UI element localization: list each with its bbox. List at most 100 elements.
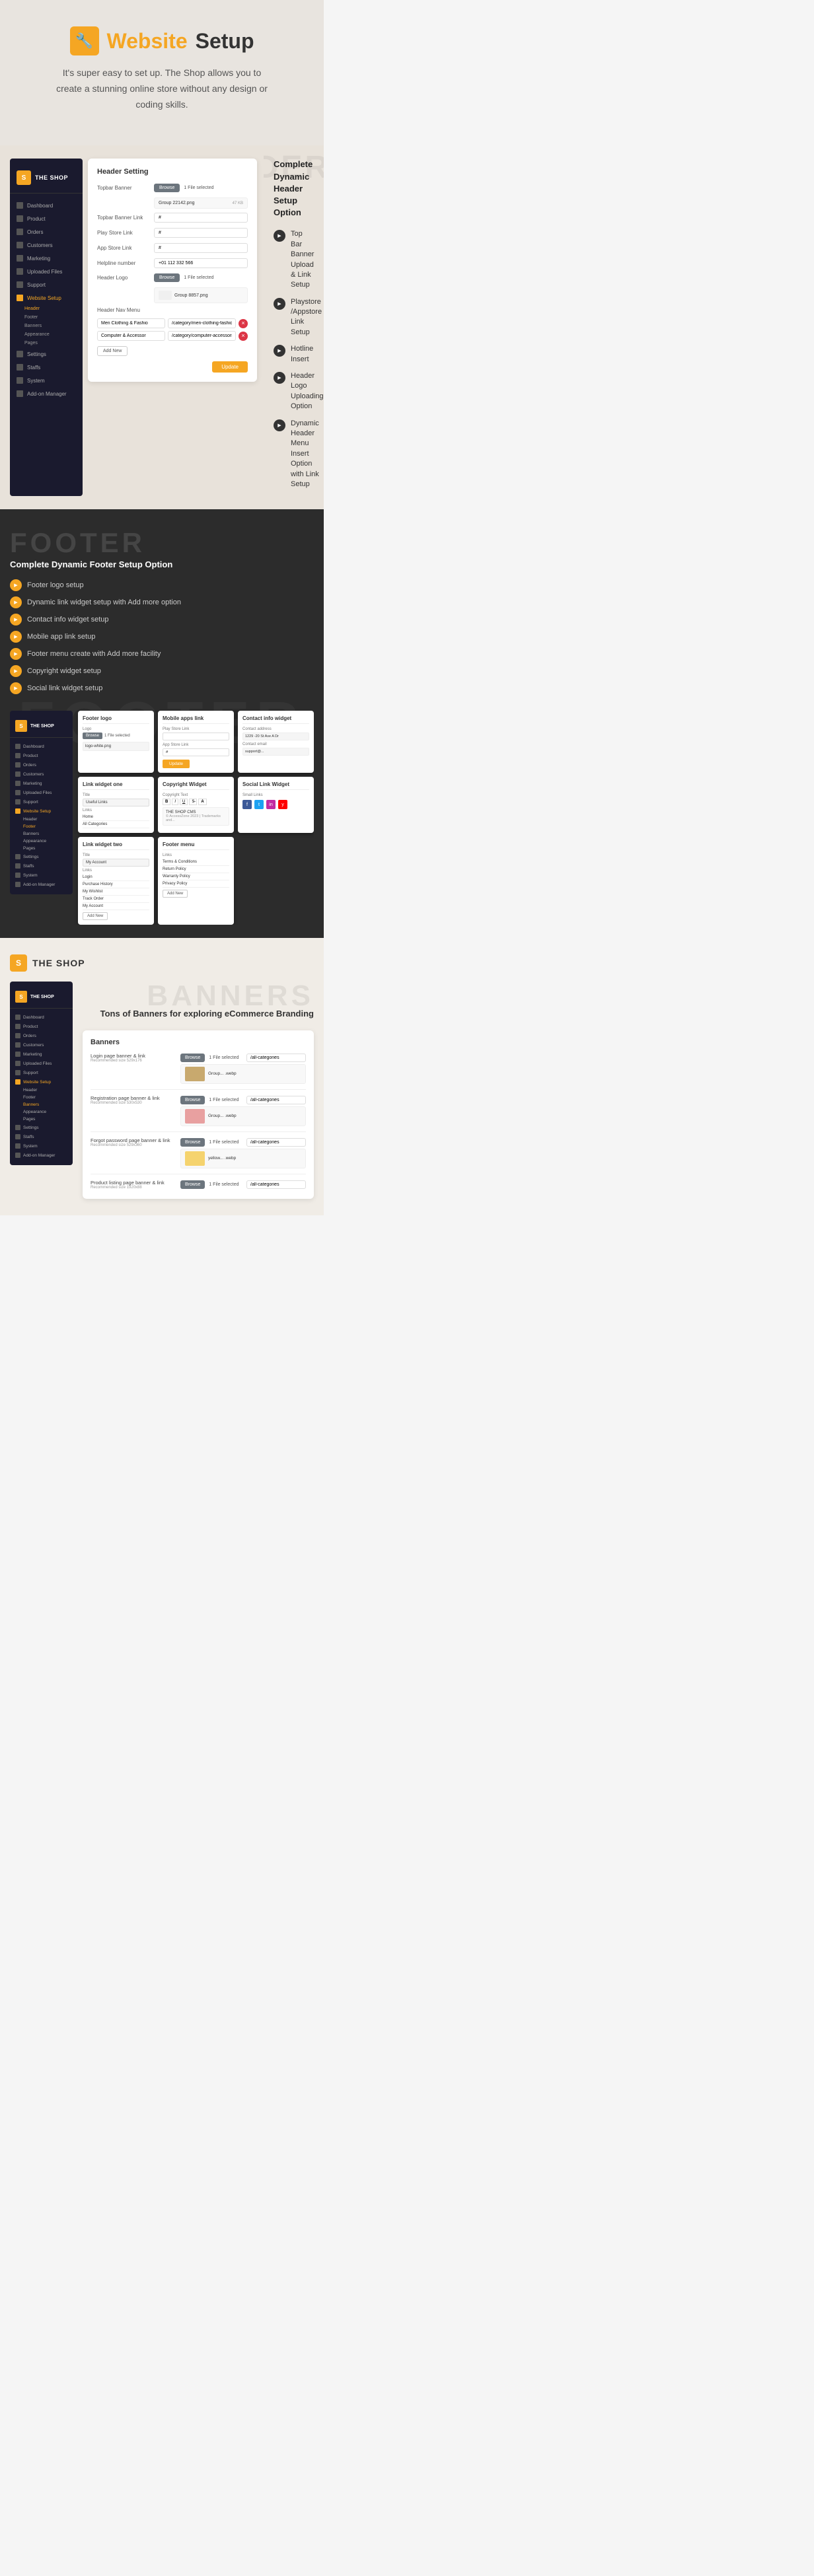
hotline-input[interactable]: [154, 258, 248, 268]
bs-sub-pages[interactable]: Pages: [10, 1116, 73, 1123]
bs-sub-banners[interactable]: Banners: [10, 1101, 73, 1108]
facebook-icon[interactable]: f: [242, 800, 252, 809]
nav-link-1[interactable]: [168, 318, 236, 328]
fs-sub-pages[interactable]: Pages: [10, 845, 73, 852]
youtube-icon[interactable]: y: [278, 800, 287, 809]
update-btn[interactable]: Update: [212, 361, 248, 373]
sidebar-sub-pages[interactable]: Pages: [10, 339, 83, 347]
banner-label-2: Forgot password page banner & link: [91, 1137, 176, 1143]
fs-item-customers[interactable]: Customers: [10, 769, 73, 779]
sidebar-item-settings[interactable]: Settings: [10, 347, 83, 361]
add-new-nav-btn[interactable]: Add New: [97, 346, 128, 356]
bs-item-system[interactable]: System: [10, 1141, 73, 1151]
remove-nav-1[interactable]: ×: [239, 319, 248, 328]
bs-item-website[interactable]: Website Setup: [10, 1077, 73, 1087]
sidebar-label-files: Uploaded Files: [27, 269, 62, 275]
fs-item-dashboard[interactable]: Dashboard: [10, 742, 73, 751]
fs-item-orders[interactable]: Orders: [10, 760, 73, 769]
banner-input-2[interactable]: [246, 1138, 306, 1147]
fs-icon-uploads: [15, 790, 20, 795]
nav-label-1[interactable]: [97, 318, 165, 328]
nav-label-2[interactable]: [97, 331, 165, 341]
fs-item-marketing[interactable]: Marketing: [10, 779, 73, 788]
bold-btn[interactable]: B: [163, 799, 170, 805]
sidebar-item-staffs[interactable]: Staffs: [10, 361, 83, 374]
bs-sub-header[interactable]: Header: [10, 1087, 73, 1094]
fm-add-new-btn[interactable]: Add New: [163, 890, 188, 898]
topbar-banner-browse[interactable]: Browse: [154, 184, 180, 192]
lw2-title-val: My Account: [83, 859, 149, 867]
bs-sub-appearance[interactable]: Appearance: [10, 1108, 73, 1116]
fs-icon-marketing: [15, 781, 20, 786]
instagram-icon[interactable]: in: [266, 800, 276, 809]
nav-link-2[interactable]: [168, 331, 236, 341]
logo-browse-btn[interactable]: Browse: [154, 273, 180, 282]
lw2-add-new-btn[interactable]: Add New: [83, 912, 108, 920]
sidebar-item-support[interactable]: Support: [10, 278, 83, 291]
bs-icon-settings: [15, 1125, 20, 1130]
appstore-input[interactable]: [154, 243, 248, 253]
sidebar-sub-footer[interactable]: Footer: [10, 313, 83, 322]
sidebar-item-uploaded-files[interactable]: Uploaded Files: [10, 265, 83, 278]
bs-item-orders[interactable]: Orders: [10, 1031, 73, 1040]
banner-browse-2[interactable]: Browse: [180, 1138, 205, 1147]
banner-input-1[interactable]: [246, 1096, 306, 1104]
playstore-input-f[interactable]: [163, 733, 229, 740]
playstore-input[interactable]: [154, 228, 248, 238]
banner-input-3[interactable]: [246, 1180, 306, 1189]
sidebar-item-product[interactable]: Product: [10, 212, 83, 225]
strikethrough-btn[interactable]: S̶: [189, 799, 197, 805]
fs-item-support[interactable]: Support: [10, 797, 73, 806]
fs-sub-header[interactable]: Header: [10, 816, 73, 823]
sidebar-item-website-setup[interactable]: Website Setup: [10, 291, 83, 304]
bs-item-staffs[interactable]: Staffs: [10, 1132, 73, 1141]
sidebar-label-staffs: Staffs: [27, 365, 40, 371]
fs-item-website[interactable]: Website Setup: [10, 806, 73, 816]
mobile-update-btn[interactable]: Update: [163, 760, 190, 768]
sidebar-item-marketing[interactable]: Marketing: [10, 252, 83, 265]
sidebar-sub-header[interactable]: Header: [10, 304, 83, 313]
font-size-btn[interactable]: A: [198, 799, 206, 805]
banner-browse-3[interactable]: Browse: [180, 1180, 205, 1189]
fs-item-settings[interactable]: Settings: [10, 852, 73, 861]
bs-sub-footer[interactable]: Footer: [10, 1094, 73, 1101]
sidebar-item-system[interactable]: System: [10, 374, 83, 387]
fs-item-addon[interactable]: Add-on Manager: [10, 880, 73, 889]
sidebar-sub-appearance[interactable]: Appearance: [10, 330, 83, 339]
underline-btn[interactable]: U: [180, 799, 188, 805]
hotline-label: Helpline number: [97, 260, 150, 266]
bs-item-customers[interactable]: Customers: [10, 1040, 73, 1050]
fs-sub-appearance[interactable]: Appearance: [10, 838, 73, 845]
sidebar-item-addon[interactable]: Add-on Manager: [10, 387, 83, 400]
banner-browse-0[interactable]: Browse: [180, 1054, 205, 1062]
fs-item-product[interactable]: Product: [10, 751, 73, 760]
appstore-input-f[interactable]: [163, 748, 229, 756]
banner-browse-1[interactable]: Browse: [180, 1096, 205, 1104]
bs-item-dashboard[interactable]: Dashboard: [10, 1013, 73, 1022]
bs-item-uploads[interactable]: Uploaded Files: [10, 1059, 73, 1068]
sidebar-item-customers[interactable]: Customers: [10, 238, 83, 252]
bs-item-support[interactable]: Support: [10, 1068, 73, 1077]
fm-link-2: Warranty Policy: [163, 873, 229, 880]
fs-item-staffs[interactable]: Staffs: [10, 861, 73, 871]
playstore-label-f: Play Store Link: [163, 727, 229, 731]
footer-logo-browse-btn[interactable]: Browse: [83, 733, 102, 739]
topbar-link-input[interactable]: [154, 213, 248, 223]
bs-item-product[interactable]: Product: [10, 1022, 73, 1031]
copyright-text-area[interactable]: THE SHOP CMS © AccessZone 2023 | Tradema…: [163, 807, 229, 826]
fs-sub-banners[interactable]: Banners: [10, 830, 73, 838]
sidebar-sub-banners[interactable]: Banners: [10, 322, 83, 330]
footer-feature-3: Mobile app link setup: [10, 631, 314, 643]
banner-input-0[interactable]: [246, 1054, 306, 1062]
remove-nav-2[interactable]: ×: [239, 332, 248, 341]
twitter-icon[interactable]: t: [254, 800, 264, 809]
sidebar-item-orders[interactable]: Orders: [10, 225, 83, 238]
bs-item-settings[interactable]: Settings: [10, 1123, 73, 1132]
italic-btn[interactable]: I: [172, 799, 178, 805]
fs-item-system[interactable]: System: [10, 871, 73, 880]
sidebar-item-dashboard[interactable]: Dashboard: [10, 199, 83, 212]
bs-item-addon[interactable]: Add-on Manager: [10, 1151, 73, 1160]
bs-item-marketing[interactable]: Marketing: [10, 1050, 73, 1059]
fs-sub-footer[interactable]: Footer: [10, 823, 73, 830]
fs-item-uploads[interactable]: Uploaded Files: [10, 788, 73, 797]
